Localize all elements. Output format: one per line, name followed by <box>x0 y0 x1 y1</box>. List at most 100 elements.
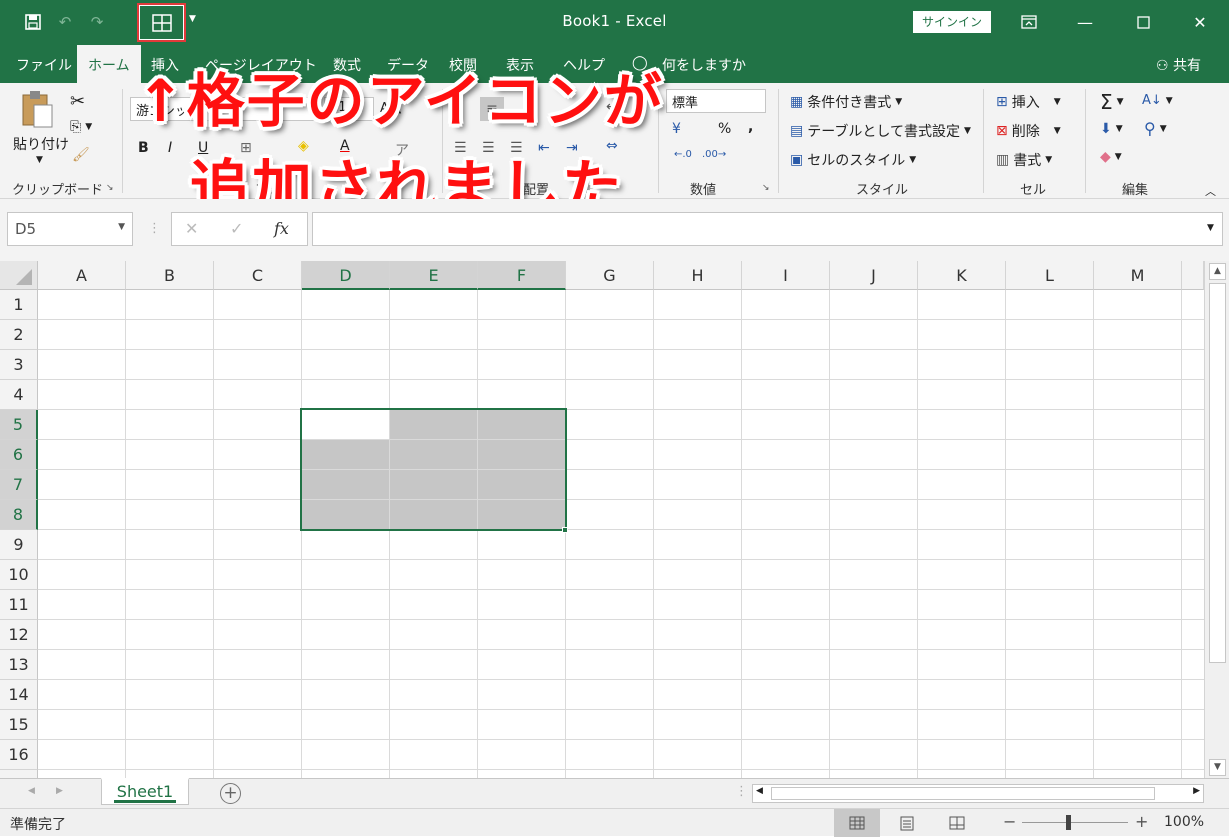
signin-button[interactable]: サインイン <box>913 11 991 33</box>
select-all-corner[interactable] <box>0 261 38 290</box>
tab-home[interactable]: ホーム <box>77 45 141 83</box>
page-break-view-icon[interactable] <box>934 809 980 837</box>
row-header-3[interactable]: 3 <box>0 350 38 380</box>
cancel-icon[interactable]: ✕ <box>185 219 198 238</box>
clipboard-launcher-icon[interactable]: ↘ <box>106 183 114 193</box>
decrease-decimal-icon[interactable]: .00→ <box>702 149 726 160</box>
normal-view-icon[interactable] <box>834 809 880 837</box>
share-button[interactable]: ⚇ 共有 <box>1156 55 1201 75</box>
column-header-i[interactable]: I <box>742 261 830 290</box>
find-select-icon[interactable]: ⚲ ▼ <box>1144 119 1167 138</box>
copy-icon[interactable]: ⎘ ▼ <box>70 119 92 135</box>
row-header-14[interactable]: 14 <box>0 680 38 710</box>
percent-button[interactable]: % <box>718 121 731 137</box>
vertical-scroll-thumb[interactable] <box>1209 283 1226 663</box>
scroll-right-icon[interactable]: ▶ <box>1193 786 1200 796</box>
format-cells-button[interactable]: ▥ 書式 ▼ <box>996 150 1052 170</box>
insert-function-button[interactable]: fx <box>274 219 289 238</box>
expand-formula-icon[interactable]: ▼ <box>1207 223 1214 233</box>
minimize-icon[interactable]: — <box>1070 8 1100 36</box>
row-header-8[interactable]: 8 <box>0 500 38 530</box>
column-header-c[interactable]: C <box>214 261 302 290</box>
column-header-k[interactable]: K <box>918 261 1006 290</box>
row-header-16[interactable]: 16 <box>0 740 38 770</box>
gridline <box>38 349 1204 350</box>
increase-decimal-icon[interactable]: ←.0 <box>674 149 692 160</box>
row-header-17[interactable]: 17 <box>0 770 38 778</box>
row-header-7[interactable]: 7 <box>0 470 38 500</box>
number-format-combo[interactable]: 標準 <box>666 89 766 113</box>
sheet-tab-sheet1[interactable]: Sheet1 <box>101 778 189 805</box>
maximize-icon[interactable] <box>1128 8 1158 36</box>
formula-input[interactable] <box>312 212 1223 246</box>
row-header-12[interactable]: 12 <box>0 620 38 650</box>
horizontal-scroll-thumb[interactable] <box>771 787 1155 800</box>
column-header-m[interactable]: M <box>1094 261 1182 290</box>
bold-button[interactable]: B <box>138 140 149 156</box>
column-header-b[interactable]: B <box>126 261 214 290</box>
conditional-formatting-button[interactable]: ▦ 条件付き書式 ▼ <box>790 92 902 112</box>
gridline <box>1093 290 1094 778</box>
cell-styles-button[interactable]: ▣ セルのスタイル ▼ <box>790 150 916 170</box>
zoom-out-icon[interactable]: − <box>1003 812 1016 831</box>
add-sheet-icon[interactable]: + <box>220 783 241 804</box>
column-header-partial[interactable] <box>1182 261 1204 290</box>
accounting-format-icon[interactable]: ¥ <box>672 121 681 137</box>
page-layout-view-icon[interactable] <box>884 809 930 837</box>
zoom-slider-thumb[interactable] <box>1066 815 1071 830</box>
fill-handle[interactable] <box>562 527 568 533</box>
number-launcher-icon[interactable]: ↘ <box>762 183 770 193</box>
zoom-level[interactable]: 100% <box>1164 814 1204 830</box>
vertical-scrollbar[interactable]: ▲ ▼ <box>1204 261 1229 778</box>
column-header-g[interactable]: G <box>566 261 654 290</box>
row-header-10[interactable]: 10 <box>0 560 38 590</box>
ribbon-display-icon[interactable] <box>1014 8 1044 36</box>
italic-button[interactable]: I <box>168 140 172 156</box>
format-painter-icon[interactable]: 🖌 <box>72 147 90 163</box>
enter-icon[interactable]: ✓ <box>230 219 243 238</box>
prev-sheet-icon[interactable]: ◀ <box>28 786 35 796</box>
row-header-11[interactable]: 11 <box>0 590 38 620</box>
row-header-13[interactable]: 13 <box>0 650 38 680</box>
worksheet-grid[interactable]: A B C D E F G H I J K L M 1 2 3 4 5 6 7 … <box>0 261 1204 778</box>
collapse-ribbon-icon[interactable]: ︿ <box>1205 183 1216 199</box>
row-header-6[interactable]: 6 <box>0 440 38 470</box>
zoom-slider[interactable] <box>1022 822 1128 823</box>
tell-me-search[interactable]: 何をしますか <box>662 55 746 75</box>
insert-cells-button[interactable]: ⊞ 挿入 ▼ <box>996 92 1061 112</box>
column-header-e[interactable]: E <box>390 261 478 290</box>
row-header-9[interactable]: 9 <box>0 530 38 560</box>
close-icon[interactable]: ✕ <box>1185 8 1215 36</box>
paste-icon[interactable] <box>20 89 54 129</box>
row-header-1[interactable]: 1 <box>0 290 38 320</box>
row-header-2[interactable]: 2 <box>0 320 38 350</box>
row-header-15[interactable]: 15 <box>0 710 38 740</box>
column-header-a[interactable]: A <box>38 261 126 290</box>
format-as-table-button[interactable]: ▤ テーブルとして書式設定 ▼ <box>790 121 971 141</box>
column-header-h[interactable]: H <box>654 261 742 290</box>
scroll-left-icon[interactable]: ◀ <box>756 786 763 796</box>
chevron-down-icon[interactable]: ▼ <box>118 222 125 232</box>
cut-icon[interactable]: ✂ <box>70 91 85 112</box>
horizontal-scrollbar[interactable]: ◀ ▶ <box>752 784 1204 803</box>
column-header-d[interactable]: D <box>302 261 390 290</box>
column-header-l[interactable]: L <box>1006 261 1094 290</box>
sort-filter-icon[interactable]: A↓ ▼ <box>1142 93 1173 108</box>
comma-button[interactable]: , <box>748 119 753 135</box>
autosum-icon[interactable]: Σ ▼ <box>1100 90 1124 114</box>
row-header-5[interactable]: 5 <box>0 410 38 440</box>
scroll-up-icon[interactable]: ▲ <box>1209 263 1226 280</box>
row-header-4[interactable]: 4 <box>0 380 38 410</box>
fill-icon[interactable]: ⬇ ▼ <box>1100 121 1123 137</box>
name-box[interactable]: D5 ▼ <box>7 212 133 246</box>
paste-dropdown-icon[interactable]: ▼ <box>36 155 43 165</box>
next-sheet-icon[interactable]: ▶ <box>56 786 63 796</box>
delete-cells-button[interactable]: ⊠ 削除 ▼ <box>996 121 1061 141</box>
clear-icon[interactable]: ◆ ▼ <box>1100 149 1122 165</box>
scroll-down-icon[interactable]: ▼ <box>1209 759 1226 776</box>
zoom-in-icon[interactable]: + <box>1135 812 1148 831</box>
tab-file[interactable]: ファイル <box>16 55 72 75</box>
column-header-j[interactable]: J <box>830 261 918 290</box>
column-header-f[interactable]: F <box>478 261 566 290</box>
paste-button[interactable]: 貼り付け <box>13 134 69 154</box>
